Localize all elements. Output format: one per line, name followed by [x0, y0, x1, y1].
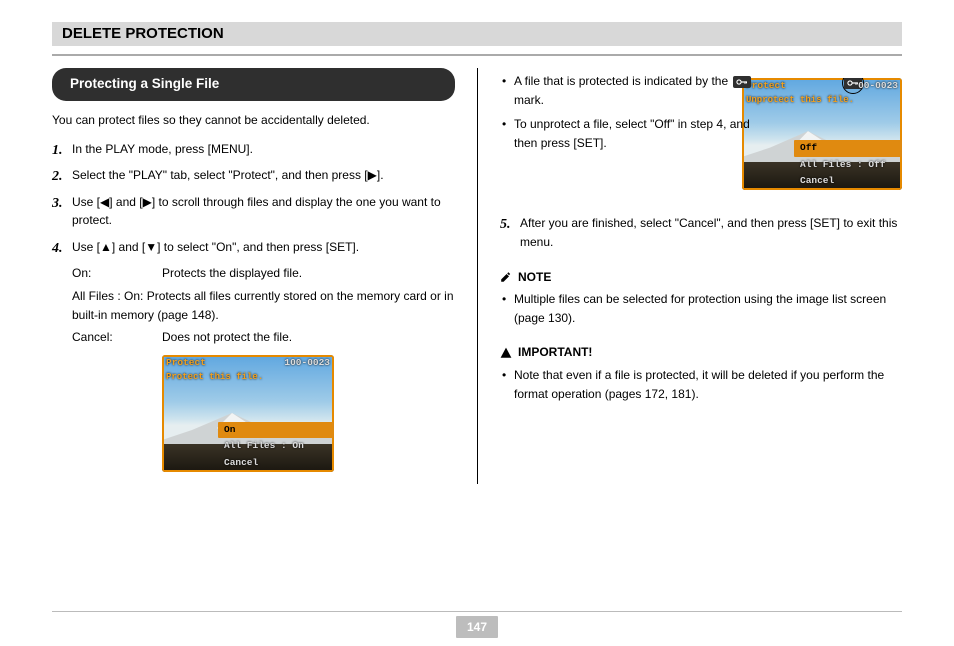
divider [52, 54, 902, 56]
camera-screenshot-protect: Protect 100-0023 Protect this file. On A… [162, 355, 334, 472]
menu-item: All Files : On [218, 438, 334, 455]
key-lock-icon [733, 76, 751, 88]
step-text: After you are finished, select "Cancel",… [520, 216, 897, 249]
option-cancel: Cancel: Does not protect the file. [72, 328, 455, 347]
step-text: Use [▲] and [▼] to select "On", and then… [72, 240, 359, 254]
pencil-icon [500, 271, 512, 283]
option-on: On: Protects the displayed file. [72, 264, 455, 283]
menu-item: All Files : Off [794, 157, 902, 174]
step-text: Select the "PLAY" tab, select "Protect",… [72, 168, 384, 182]
screenshot-header: Protect 100-0023 Protect this file. [162, 355, 334, 381]
option-text: Does not protect the file. [162, 328, 292, 347]
section-header: DELETE PROTECTION [52, 22, 902, 46]
option-all-on: All Files : On: Protects all files curre… [72, 287, 455, 324]
screenshot-subtitle: Protect this file. [166, 371, 330, 385]
step-number: 2. [52, 166, 63, 188]
text-fragment: mark. [514, 93, 544, 107]
note-block: NOTE Multiple files can be selected for … [500, 268, 902, 328]
menu-item-selected: On [218, 422, 334, 439]
step-2: 2. Select the "PLAY" tab, select "Protec… [52, 166, 455, 185]
step-number: 3. [52, 193, 63, 215]
screenshot-subtitle: Unprotect this file. [746, 94, 898, 108]
topic-heading: Protecting a Single File [52, 68, 455, 101]
important-label: IMPORTANT! [518, 343, 592, 362]
step-text: Use [◀] and [▶] to scroll through files … [72, 195, 441, 228]
note-text: Multiple files can be selected for prote… [500, 290, 902, 327]
unprotect-instruction: To unprotect a file, select "Off" in ste… [500, 115, 760, 152]
screenshot-menu: On All Files : On Cancel [218, 422, 334, 472]
text-fragment: A file that is protected is indicated by… [514, 74, 731, 88]
step-1: 1. In the PLAY mode, press [MENU]. [52, 140, 455, 159]
warning-icon [500, 347, 512, 359]
step-5: 5. After you are finished, select "Cance… [500, 214, 902, 251]
step-number: 1. [52, 140, 63, 162]
page-footer: 147 [0, 611, 954, 638]
menu-item: Cancel [218, 455, 334, 472]
step-number: 5. [500, 214, 511, 236]
right-column: Protect 00-0023 Unprotect this file. Off… [477, 68, 902, 484]
important-block: IMPORTANT! Note that even if a file is p… [500, 343, 902, 403]
screenshot-file-number: 00-0023 [858, 79, 898, 94]
left-column: Protecting a Single File You can protect… [52, 68, 477, 484]
screenshot-file-number: 100-0023 [284, 356, 330, 371]
menu-item-selected: Off [794, 140, 902, 157]
protected-indicator-note: A file that is protected is indicated by… [500, 72, 760, 109]
important-text: Note that even if a file is protected, i… [500, 366, 902, 403]
option-list: On: Protects the displayed file. All Fil… [72, 264, 455, 346]
step-number: 4. [52, 238, 63, 260]
option-label: On: [72, 264, 162, 283]
page-number: 147 [456, 616, 498, 638]
step-text: In the PLAY mode, press [MENU]. [72, 142, 253, 156]
option-label: All Files : On: [72, 289, 143, 303]
screenshot-header: Protect 00-0023 Unprotect this file. [742, 78, 902, 104]
option-text: Protects the displayed file. [162, 264, 302, 283]
step-3: 3. Use [◀] and [▶] to scroll through fil… [52, 193, 455, 230]
step-4: 4. Use [▲] and [▼] to select "On", and t… [52, 238, 455, 257]
option-label: Cancel: [72, 328, 162, 347]
camera-screenshot-unprotect: Protect 00-0023 Unprotect this file. Off… [742, 78, 902, 190]
note-label: NOTE [518, 268, 551, 287]
menu-item: Cancel [794, 173, 902, 190]
intro-text: You can protect files so they cannot be … [52, 111, 455, 130]
screenshot-title: Protect [166, 356, 206, 371]
screenshot-menu: Off All Files : Off Cancel [794, 140, 902, 190]
